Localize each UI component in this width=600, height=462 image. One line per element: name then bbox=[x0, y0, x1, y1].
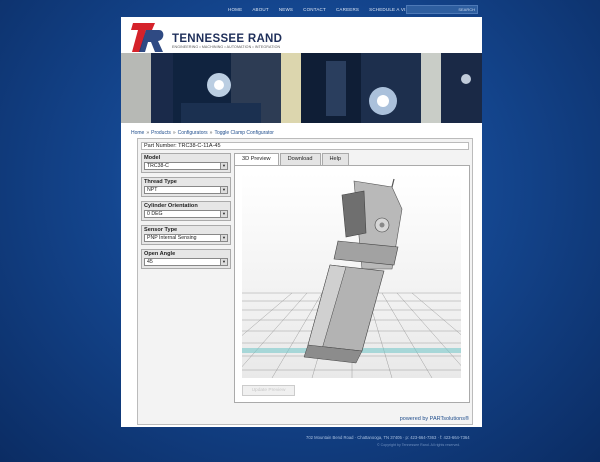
search-button[interactable]: SEARCH bbox=[458, 7, 475, 12]
page-panel: TENNESSEE RAND ENGINEERING • MACHINING •… bbox=[121, 17, 482, 427]
nav-careers[interactable]: CAREERS bbox=[336, 7, 359, 12]
update-preview-button[interactable]: Update Preview bbox=[242, 385, 295, 396]
powered-by-link[interactable]: powered by PARTsolutions® bbox=[400, 416, 469, 422]
open-angle-select[interactable]: 45 ▼ bbox=[144, 258, 228, 266]
tab-3d-preview[interactable]: 3D Preview bbox=[234, 153, 279, 165]
option-thread-type: Thread Type NPT ▼ bbox=[141, 177, 231, 197]
sensor-type-select[interactable]: PNP Internal Sensing ▼ bbox=[144, 234, 228, 242]
chevron-down-icon[interactable]: ▼ bbox=[220, 259, 227, 265]
footer-address: 702 Mountain Bend Road · Chattanooga, TN… bbox=[306, 435, 470, 440]
chevron-down-icon[interactable]: ▼ bbox=[220, 163, 227, 169]
option-label: Thread Type bbox=[144, 179, 177, 185]
option-sensor-type: Sensor Type PNP Internal Sensing ▼ bbox=[141, 225, 231, 245]
chevron-down-icon[interactable]: ▼ bbox=[220, 211, 227, 217]
breadcrumb-products[interactable]: Products bbox=[151, 130, 171, 136]
model-select[interactable]: TRC38-C ▼ bbox=[144, 162, 228, 170]
options-panel: Model TRC38-C ▼ Thread Type NPT ▼ Cylinder… bbox=[141, 153, 231, 273]
breadcrumb-configurators[interactable]: Configurators bbox=[178, 130, 208, 136]
configurator-frame: Part Number: TRC38-C-11A-45 Model TRC38-… bbox=[137, 138, 473, 425]
option-label: Sensor Type bbox=[144, 227, 178, 233]
nav-home[interactable]: HOME bbox=[228, 7, 242, 12]
part-number-field: Part Number: TRC38-C-11A-45 bbox=[141, 142, 469, 150]
selected-value: PNP Internal Sensing bbox=[147, 235, 197, 241]
footer-copyright: © Copyright by Tennessee Rand. All right… bbox=[377, 443, 461, 447]
selected-value: 45 bbox=[147, 259, 153, 265]
option-label: Cylinder Orientation bbox=[144, 203, 198, 209]
option-model: Model TRC38-C ▼ bbox=[141, 153, 231, 173]
breadcrumb: Home» Products» Configurators» Toggle Clamp… bbox=[131, 130, 274, 136]
breadcrumb-home[interactable]: Home bbox=[131, 130, 144, 136]
nav-about[interactable]: ABOUT bbox=[252, 7, 269, 12]
option-label: Model bbox=[144, 155, 161, 161]
nav-news[interactable]: NEWS bbox=[279, 7, 293, 12]
toggle-clamp-model bbox=[242, 173, 461, 378]
nav-contact[interactable]: CONTACT bbox=[303, 7, 326, 12]
option-label: Open Angle bbox=[144, 251, 176, 257]
search-input[interactable]: SEARCH bbox=[406, 5, 478, 14]
tab-download[interactable]: Download bbox=[279, 153, 321, 165]
chevron-down-icon[interactable]: ▼ bbox=[220, 187, 227, 193]
tab-help[interactable]: Help bbox=[321, 153, 350, 165]
viewer-panel: 3D Preview Download Help Update Preview bbox=[234, 153, 470, 403]
tab-content: Update Preview bbox=[234, 165, 470, 403]
viewer-tabs: 3D Preview Download Help bbox=[234, 153, 470, 165]
tennessee-rand-logo[interactable] bbox=[131, 21, 165, 54]
chevron-down-icon[interactable]: ▼ bbox=[220, 235, 227, 241]
welding-banner-image bbox=[121, 53, 482, 123]
selected-value: TRC38-C bbox=[147, 163, 169, 169]
breadcrumb-current: Toggle Clamp Configurator bbox=[214, 130, 274, 136]
thread-type-select[interactable]: NPT ▼ bbox=[144, 186, 228, 194]
option-cylinder-orientation: Cylinder Orientation 0 DEG ▼ bbox=[141, 201, 231, 221]
cylinder-orientation-select[interactable]: 0 DEG ▼ bbox=[144, 210, 228, 218]
option-open-angle: Open Angle 45 ▼ bbox=[141, 249, 231, 269]
brand-name: TENNESSEE RAND bbox=[172, 33, 283, 45]
3d-preview-canvas[interactable] bbox=[242, 173, 461, 378]
selected-value: NPT bbox=[147, 187, 158, 193]
brand-tagline: ENGINEERING • MACHINING • AUTOMATION • I… bbox=[172, 45, 281, 49]
selected-value: 0 DEG bbox=[147, 211, 163, 217]
